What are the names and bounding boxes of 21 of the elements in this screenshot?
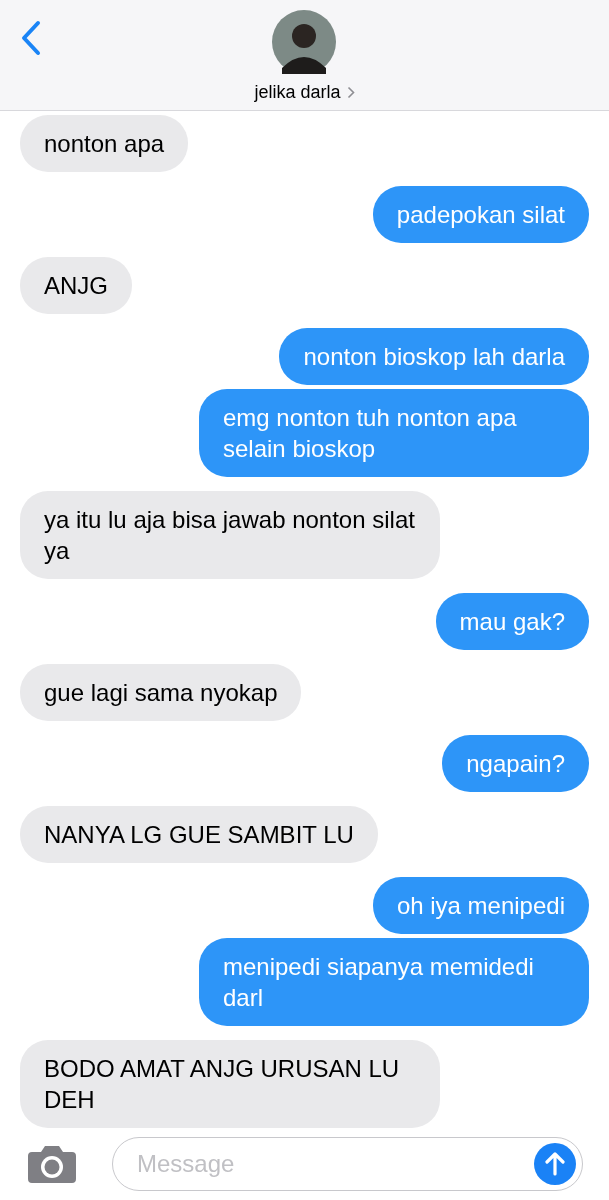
message-bubble: mau gak? xyxy=(435,592,589,650)
message-bubble: gue lagi sama nyokap xyxy=(20,663,302,721)
message-bubble: padepokan silat xyxy=(372,185,589,243)
send-button[interactable] xyxy=(534,1142,576,1185)
message-bubble: menipedi siapanya memidedi darl xyxy=(199,937,589,1026)
message-bubble: nonton bioskop lah darla xyxy=(279,327,589,385)
message-bubble: ya itu lu aja bisa jawab nonton silat ya xyxy=(20,490,440,579)
message-bubble: ngapain? xyxy=(442,734,589,792)
back-chevron-icon[interactable] xyxy=(20,20,42,56)
message-bubble: NANYA LG GUE SAMBIT LU xyxy=(20,805,378,863)
arrow-up-icon xyxy=(545,1151,565,1176)
avatar[interactable] xyxy=(272,10,337,74)
message-bubble: emg nonton tuh nonton apa selain bioskop xyxy=(199,388,589,477)
chevron-right-icon[interactable] xyxy=(346,86,355,99)
camera-icon[interactable] xyxy=(26,1143,78,1184)
message-bubble: ANJG xyxy=(20,256,132,314)
contact-name[interactable]: jelika darla xyxy=(254,82,341,103)
message-bubble: nonton apa xyxy=(20,114,189,172)
message-bubble: BODO AMAT ANJG URUSAN LU DEH xyxy=(20,1039,440,1128)
message-input[interactable]: Message xyxy=(135,1148,534,1179)
message-bubble: oh iya menipedi xyxy=(372,876,589,934)
